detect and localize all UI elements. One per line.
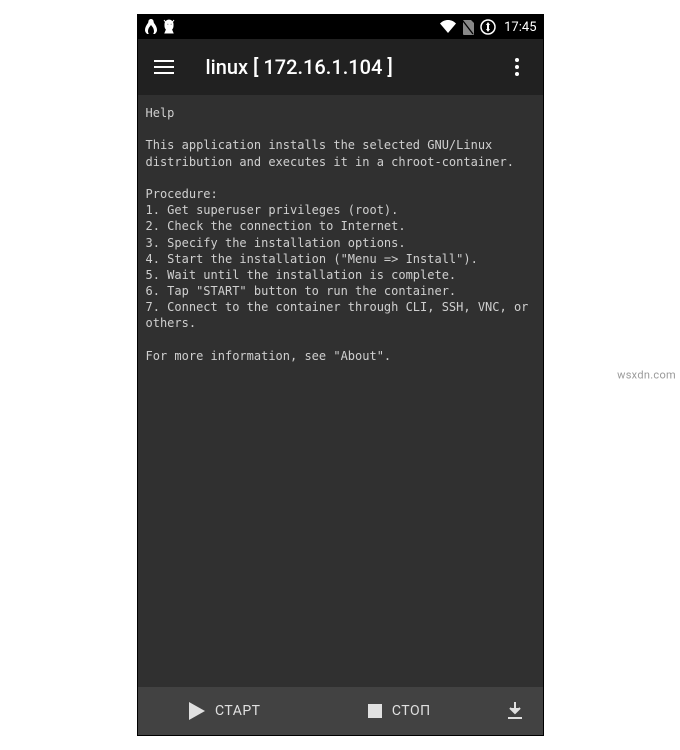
phone-frame: 17:45 linux [ 172.16.1.104 ] Help This a… <box>138 15 543 735</box>
help-step: 3. Specify the installation options. <box>146 236 406 250</box>
start-button[interactable]: СТАРТ <box>138 687 313 735</box>
help-step: 7. Connect to the container through CLI,… <box>146 300 536 330</box>
no-sim-icon <box>462 20 474 35</box>
help-procedure-label: Procedure: <box>146 187 218 201</box>
app-title: linux [ 172.16.1.104 ] <box>206 55 503 79</box>
start-label: СТАРТ <box>215 703 261 719</box>
help-step: 4. Start the installation ("Menu => Inst… <box>146 252 478 266</box>
sync-icon <box>480 19 496 35</box>
wifi-icon <box>440 20 456 34</box>
stop-label: СТОП <box>392 703 431 719</box>
help-heading: Help <box>146 106 175 120</box>
download-button[interactable] <box>487 687 543 735</box>
status-bar: 17:45 <box>138 15 543 39</box>
download-icon <box>506 702 524 720</box>
bottom-bar: СТАРТ СТОП <box>138 687 543 735</box>
help-step: 6. Tap "START" button to run the contain… <box>146 284 457 298</box>
notification-icon-cid <box>162 19 176 35</box>
stop-icon <box>368 704 382 718</box>
stop-button[interactable]: СТОП <box>312 687 487 735</box>
help-footer: For more information, see "About". <box>146 349 392 363</box>
more-vert-icon <box>515 58 519 76</box>
app-bar: linux [ 172.16.1.104 ] <box>138 39 543 95</box>
status-time: 17:45 <box>504 20 536 35</box>
help-step: 1. Get superuser privileges (root). <box>146 203 399 217</box>
play-icon <box>189 702 205 720</box>
watermark: wsxdn.com <box>617 369 676 382</box>
terminal-output: Help This application installs the selec… <box>138 95 543 687</box>
overflow-menu-button[interactable] <box>503 53 531 81</box>
menu-button[interactable] <box>150 53 178 81</box>
hamburger-icon <box>154 60 174 74</box>
help-step: 2. Check the connection to Internet. <box>146 219 406 233</box>
help-intro: This application installs the selected G… <box>146 138 514 168</box>
notification-icon-penguin <box>144 19 158 35</box>
help-step: 5. Wait until the installation is comple… <box>146 268 457 282</box>
